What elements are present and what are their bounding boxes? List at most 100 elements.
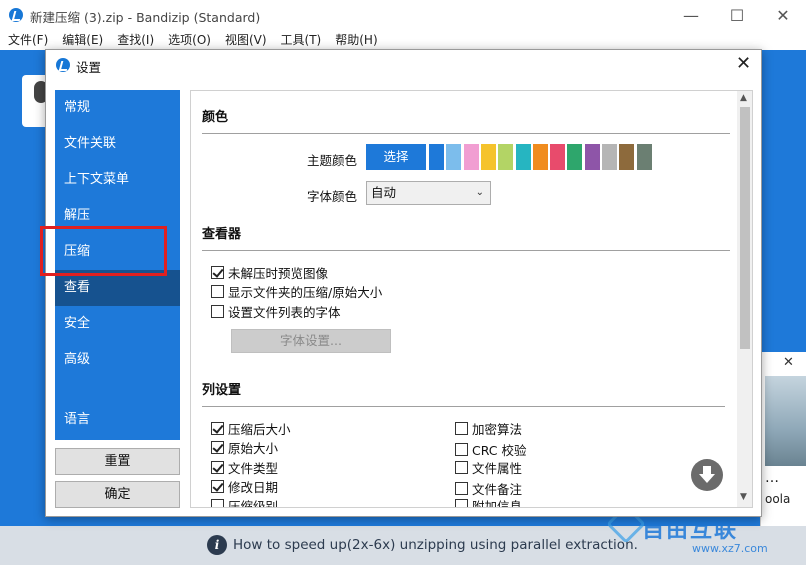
- color-swatch[interactable]: [446, 144, 462, 170]
- option-label: 压缩后大小: [228, 422, 291, 437]
- menu-tools[interactable]: 工具(T): [281, 30, 322, 50]
- checkbox[interactable]: [455, 499, 468, 507]
- sidebar-item-security[interactable]: 安全: [55, 306, 180, 342]
- ok-button[interactable]: 确定: [55, 481, 180, 508]
- option-label: 修改日期: [228, 480, 279, 495]
- checkbox[interactable]: [455, 461, 468, 474]
- color-swatch[interactable]: [567, 144, 583, 170]
- checkbox[interactable]: [211, 305, 224, 318]
- bandizip-app-icon: [9, 8, 23, 22]
- color-swatch[interactable]: [636, 144, 652, 170]
- main-window-titlebar: 新建压缩 (3).zip - Bandizip (Standard) — ☐ ✕: [0, 0, 806, 30]
- dialog-title: 设置: [76, 60, 102, 75]
- column-option[interactable]: 文件类型: [211, 458, 278, 477]
- menu-view[interactable]: 视图(V): [225, 30, 267, 50]
- sidebar-item-advanced[interactable]: 高级: [55, 342, 180, 378]
- option-label: 未解压时预览图像: [228, 266, 329, 281]
- sidebar-item-general[interactable]: 常规: [55, 90, 180, 126]
- info-icon: i: [207, 535, 227, 555]
- color-section-title: 颜色: [202, 110, 229, 125]
- annotation-highlight-box: [40, 226, 167, 276]
- theme-color-select-button[interactable]: 选择: [366, 144, 426, 170]
- column-option[interactable]: 压缩后大小: [211, 419, 291, 438]
- option-label: 显示文件夹的压缩/原始大小: [228, 285, 383, 300]
- scrollbar-thumb[interactable]: [740, 107, 750, 349]
- font-color-value: 自动: [371, 185, 397, 200]
- color-swatch[interactable]: [584, 144, 600, 170]
- color-swatch[interactable]: [480, 144, 496, 170]
- checkbox[interactable]: [211, 499, 224, 507]
- checkbox[interactable]: [211, 266, 224, 279]
- color-swatch[interactable]: [602, 144, 617, 170]
- option-label: CRC 校验: [472, 443, 527, 458]
- option-label: 压缩级别: [228, 499, 279, 508]
- column-option[interactable]: 文件属性: [455, 458, 522, 477]
- menubar: 文件(F) 编辑(E) 查找(I) 选项(O) 视图(V) 工具(T) 帮助(H…: [0, 30, 806, 50]
- menu-edit[interactable]: 编辑(E): [62, 30, 103, 50]
- sidebar-item-context-menu[interactable]: 上下文菜单: [55, 162, 180, 198]
- column-option[interactable]: 加密算法: [455, 419, 522, 438]
- status-tip-link[interactable]: How to speed up(2x-6x) unzipping using p…: [233, 537, 638, 553]
- section-divider: [202, 133, 730, 134]
- color-swatch[interactable]: [498, 144, 514, 170]
- scroll-up-arrow-icon[interactable]: ▲: [740, 93, 747, 103]
- column-option[interactable]: 原始大小: [211, 438, 278, 457]
- color-swatch[interactable]: [515, 144, 531, 170]
- option-label: 加密算法: [472, 422, 523, 437]
- color-swatch[interactable]: [463, 144, 479, 170]
- dialog-app-icon: [56, 58, 70, 72]
- option-folder-size[interactable]: 显示文件夹的压缩/原始大小: [211, 282, 382, 301]
- column-option[interactable]: 修改日期: [211, 477, 278, 496]
- color-swatch[interactable]: [429, 144, 444, 170]
- checkbox[interactable]: [455, 422, 468, 435]
- scroll-down-small-arrow-icon[interactable]: ▼: [740, 492, 747, 502]
- watermark-sub-text: www.xz7.com: [692, 542, 768, 555]
- scroll-down-arrow-icon[interactable]: [691, 459, 723, 491]
- settings-content-pane: 颜色 主题颜色 选择 字体颜色 自动 ⌄ 查看器 未解压时预览图像 显示文件夹的…: [190, 90, 753, 508]
- menu-options[interactable]: 选项(O): [168, 30, 211, 50]
- font-settings-button[interactable]: 字体设置...: [231, 329, 391, 353]
- main-window-title: 新建压缩 (3).zip - Bandizip (Standard): [30, 10, 261, 25]
- checkbox[interactable]: [211, 480, 224, 493]
- chevron-down-icon: ⌄: [475, 187, 484, 198]
- color-swatch[interactable]: [550, 144, 566, 170]
- color-swatch[interactable]: [619, 144, 635, 170]
- menu-find[interactable]: 查找(I): [117, 30, 154, 50]
- option-label: 原始大小: [228, 441, 279, 456]
- option-label: 文件类型: [228, 461, 279, 476]
- close-window-button[interactable]: ✕: [760, 0, 806, 30]
- section-divider: [202, 406, 725, 407]
- content-scrollbar[interactable]: ▲ ▼: [737, 91, 752, 507]
- font-color-dropdown[interactable]: 自动 ⌄: [366, 181, 491, 205]
- minimize-button[interactable]: —: [668, 0, 714, 30]
- menu-file[interactable]: 文件(F): [8, 30, 48, 50]
- reset-button[interactable]: 重置: [55, 448, 180, 475]
- maximize-button[interactable]: ☐: [714, 0, 760, 30]
- ad-image[interactable]: [765, 376, 806, 466]
- color-swatch[interactable]: [532, 144, 548, 170]
- menu-help[interactable]: 帮助(H): [335, 30, 377, 50]
- checkbox[interactable]: [455, 443, 468, 456]
- dialog-close-button[interactable]: ✕: [736, 53, 751, 74]
- checkbox[interactable]: [211, 441, 224, 454]
- settings-dialog: 设置 ✕ 常规 文件关联 上下文菜单 解压 压缩 查看 安全 高级 语言 重置 …: [45, 49, 762, 517]
- option-preview-image[interactable]: 未解压时预览图像: [211, 263, 328, 282]
- checkbox[interactable]: [211, 422, 224, 435]
- checkbox[interactable]: [455, 482, 468, 495]
- checkbox[interactable]: [211, 285, 224, 298]
- sidebar-item-file-association[interactable]: 文件关联: [55, 126, 180, 162]
- sidebar-item-language[interactable]: 语言: [55, 402, 180, 438]
- font-color-label: 字体颜色: [307, 189, 358, 204]
- column-option[interactable]: 附加信息: [455, 496, 522, 507]
- option-list-font[interactable]: 设置文件列表的字体: [211, 302, 341, 321]
- section-divider: [202, 250, 730, 251]
- theme-color-label: 主题颜色: [307, 153, 358, 168]
- columns-section-title: 列设置: [202, 383, 242, 398]
- ad-close-button[interactable]: ✕: [783, 355, 794, 370]
- viewer-section-title: 查看器: [202, 227, 242, 242]
- column-option[interactable]: 压缩级别: [211, 496, 279, 508]
- checkbox[interactable]: [211, 461, 224, 474]
- column-option[interactable]: CRC 校验: [455, 440, 527, 459]
- ad-dots: …: [765, 470, 779, 486]
- option-label: 文件属性: [472, 461, 523, 476]
